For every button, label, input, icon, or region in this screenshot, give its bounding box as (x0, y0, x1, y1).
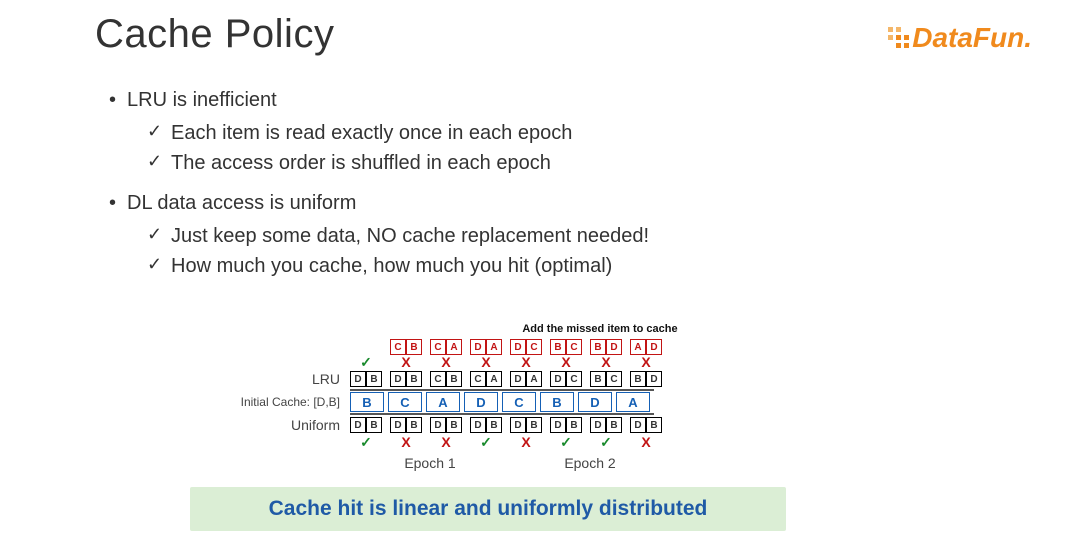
uniform-marks-row: ✓ X X ✓ X ✓ ✓ X (170, 435, 770, 449)
seq-cell: D (464, 392, 498, 412)
lru-marks-row: ✓ X X X X X X X (170, 355, 770, 369)
cache-cell: DB (390, 371, 422, 387)
initial-cache-label: Initial Cache: [D,B] (170, 395, 350, 409)
bullet-2-sub-1: Just keep some data, NO cache replacemen… (147, 221, 985, 251)
cache-cell: DB (390, 417, 422, 433)
miss-box: DA (470, 339, 502, 355)
cache-cell: DC (550, 371, 582, 387)
summary-banner: Cache hit is linear and uniformly distri… (190, 487, 786, 531)
lru-cache-row: LRU DB DB CB CA DA DC BC BD (170, 371, 770, 387)
uniform-cache-row: Uniform DB DB DB DB DB DB DB DB (170, 417, 770, 433)
miss-icon: X (510, 355, 542, 369)
miss-box: CB (390, 339, 422, 355)
slide-title: Cache Policy (95, 12, 985, 57)
miss-box: CA (430, 339, 462, 355)
cache-cell: DB (630, 417, 662, 433)
miss-icon: X (430, 355, 462, 369)
diagram-caption: Add the missed item to cache (430, 323, 770, 335)
miss-icon: X (470, 355, 502, 369)
miss-icon: X (390, 355, 422, 369)
hit-icon: ✓ (350, 435, 382, 449)
cache-cell: DB (470, 417, 502, 433)
hit-icon: ✓ (350, 355, 382, 369)
bullet-1: LRU is inefficient Each item is read exa… (105, 85, 985, 178)
logo-text: DataFun. (912, 22, 1032, 54)
miss-icon: X (550, 355, 582, 369)
seq-cell: C (502, 392, 536, 412)
cache-cell: DB (350, 371, 382, 387)
epoch2-label: Epoch 2 (510, 455, 670, 471)
bullet-1-sub-2: The access order is shuffled in each epo… (147, 148, 985, 178)
hit-icon: ✓ (590, 435, 622, 449)
miss-icon: X (590, 355, 622, 369)
bullet-2: DL data access is uniform Just keep some… (105, 188, 985, 281)
seq-cell: B (540, 392, 574, 412)
sequence-row: Initial Cache: [D,B] B C A D C B D A (170, 389, 770, 415)
seq-cell: B (350, 392, 384, 412)
miss-icon: X (510, 435, 542, 449)
cache-diagram: Add the missed item to cache CB CA DA DC… (170, 323, 770, 471)
bullet-1-sub-1: Each item is read exactly once in each e… (147, 118, 985, 148)
cache-cell: BC (590, 371, 622, 387)
miss-box: BD (590, 339, 622, 355)
uniform-label: Uniform (170, 417, 350, 433)
epoch-labels: Epoch 1 Epoch 2 (350, 455, 770, 471)
epoch1-label: Epoch 1 (350, 455, 510, 471)
bullet-2-text: DL data access is uniform (127, 192, 356, 214)
miss-box: BC (550, 339, 582, 355)
logo-dots-icon (886, 25, 912, 51)
cache-cell: DA (510, 371, 542, 387)
bullet-2-subs: Just keep some data, NO cache replacemen… (147, 221, 985, 281)
cache-cell: DB (550, 417, 582, 433)
seq-cell: C (388, 392, 422, 412)
miss-box-row: CB CA DA DC BC BD AD (390, 339, 770, 355)
hit-icon: ✓ (550, 435, 582, 449)
miss-box: AD (630, 339, 662, 355)
miss-icon: X (390, 435, 422, 449)
lru-label: LRU (170, 371, 350, 387)
miss-box: DC (510, 339, 542, 355)
cache-cell: DB (430, 417, 462, 433)
seq-cell: D (578, 392, 612, 412)
hit-icon: ✓ (470, 435, 502, 449)
slide: DataFun. Cache Policy LRU is inefficient… (0, 0, 1080, 549)
cache-cell: CA (470, 371, 502, 387)
bullet-1-subs: Each item is read exactly once in each e… (147, 118, 985, 178)
miss-icon: X (630, 435, 662, 449)
logo-datafun: DataFun. (886, 22, 1032, 54)
miss-icon: X (430, 435, 462, 449)
seq-cell: A (616, 392, 650, 412)
bullet-1-text: LRU is inefficient (127, 89, 277, 111)
cache-cell: DB (510, 417, 542, 433)
cache-cell: BD (630, 371, 662, 387)
miss-icon: X (630, 355, 662, 369)
cache-cell: CB (430, 371, 462, 387)
cache-cell: DB (590, 417, 622, 433)
seq-cell: A (426, 392, 460, 412)
bullet-list: LRU is inefficient Each item is read exa… (105, 85, 985, 281)
cache-cell: DB (350, 417, 382, 433)
bullet-2-sub-2: How much you cache, how much you hit (op… (147, 251, 985, 281)
